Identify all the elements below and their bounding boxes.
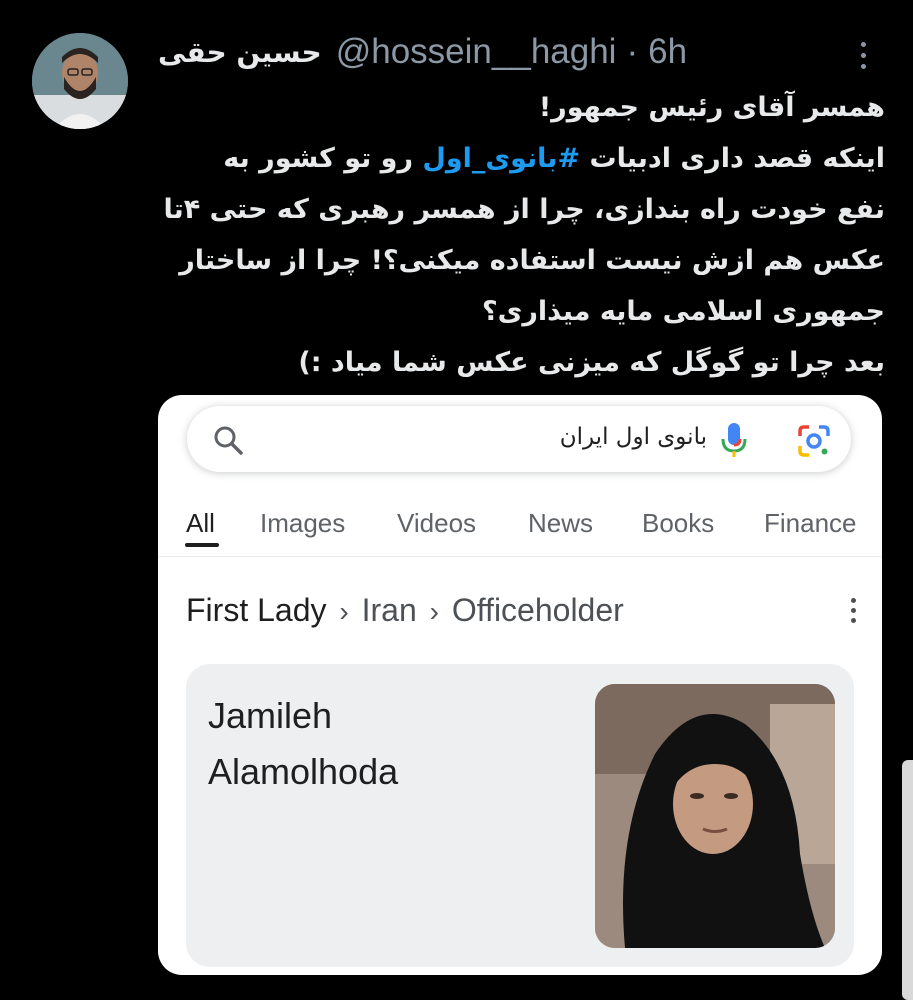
person-photo bbox=[595, 684, 835, 948]
tweet-header: حسین حقی @hossein__haghi · 6h bbox=[158, 30, 858, 74]
breadcrumb-item-iran[interactable]: Iran bbox=[362, 592, 417, 628]
chevron-right-icon: › bbox=[339, 596, 349, 627]
result-title-line: Jamileh bbox=[208, 695, 333, 736]
avatar-photo bbox=[32, 33, 128, 129]
author-name[interactable]: حسین حقی bbox=[158, 36, 322, 69]
scrollbar[interactable] bbox=[902, 760, 913, 1000]
result-title-line: Alamolhoda bbox=[208, 751, 399, 792]
active-tab-indicator bbox=[185, 543, 219, 547]
author-handle[interactable]: @hossein__haghi bbox=[336, 32, 617, 72]
breadcrumb: First Lady › Iran › Officeholder bbox=[186, 592, 624, 629]
kebab-icon[interactable] bbox=[838, 593, 868, 627]
result-card[interactable]: Jamileh Alamolhoda bbox=[186, 664, 854, 967]
search-tabs: All Images Videos News Books Finance bbox=[186, 508, 882, 553]
tweet-line: نفع خودت راه بندازی، چرا از همسر رهبری ک… bbox=[163, 194, 885, 225]
tweet-line-part: رو تو کشور به bbox=[223, 143, 423, 174]
tab-videos[interactable]: Videos bbox=[397, 508, 476, 539]
lens-icon[interactable] bbox=[797, 424, 831, 458]
tweet-line: بعد چرا تو گوگل که میزنی عکس شما میاد :) bbox=[298, 347, 885, 378]
search-input[interactable]: بانوی اول ایران bbox=[512, 424, 707, 450]
breadcrumb-item-officeholder[interactable]: Officeholder bbox=[452, 592, 624, 628]
search-icon[interactable] bbox=[211, 423, 245, 457]
tab-finance[interactable]: Finance bbox=[764, 508, 857, 539]
chevron-right-icon: › bbox=[429, 596, 439, 627]
tweet-text: همسر آقای رئیس جمهور! اینکه قصد داری ادب… bbox=[160, 82, 885, 388]
search-bar[interactable]: بانوی اول ایران bbox=[187, 406, 851, 472]
tab-images[interactable]: Images bbox=[260, 508, 345, 539]
tweet-time[interactable]: 6h bbox=[648, 32, 687, 72]
tweet-line: جمهوری اسلامی مایه میذاری؟ bbox=[481, 296, 885, 327]
divider bbox=[158, 556, 882, 557]
tab-all[interactable]: All bbox=[186, 508, 215, 539]
attached-image[interactable]: بانوی اول ایران All Images Videos News B… bbox=[158, 395, 882, 975]
hashtag-link[interactable]: #بانوی_اول bbox=[422, 143, 580, 174]
tweet-line: عکس هم ازش نیست استفاده میکنی؟! چرا از س… bbox=[179, 245, 885, 276]
tab-books[interactable]: Books bbox=[642, 508, 714, 539]
header-separator: · bbox=[626, 32, 639, 71]
breadcrumb-item-first-lady[interactable]: First Lady bbox=[186, 592, 326, 628]
tweet-line: اینکه قصد داری ادبیات #بانوی_اول رو تو ک… bbox=[160, 133, 885, 184]
more-icon[interactable] bbox=[842, 33, 884, 77]
tab-news[interactable]: News bbox=[528, 508, 593, 539]
tweet-line-part: اینکه قصد داری ادبیات bbox=[580, 143, 885, 174]
avatar[interactable] bbox=[32, 33, 128, 129]
result-photo[interactable] bbox=[595, 684, 835, 948]
tweet-line: همسر آقای رئیس جمهور! bbox=[538, 92, 885, 123]
result-title: Jamileh Alamolhoda bbox=[208, 688, 398, 800]
mic-icon[interactable] bbox=[719, 421, 749, 459]
